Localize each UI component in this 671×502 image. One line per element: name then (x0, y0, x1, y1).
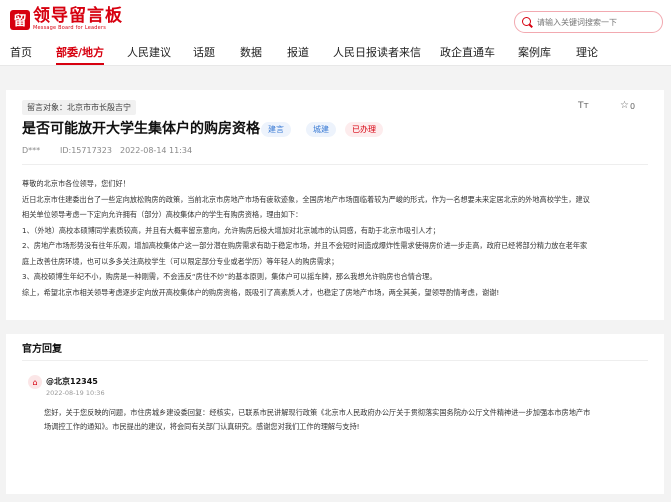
star-count: 0 (630, 102, 636, 111)
site-logo[interactable]: 留 领导留言板 Message Board for Leaders (10, 8, 123, 31)
message-body: 尊敬的北京市各位领导，您们好！ 近日北京市住建委出台了一些定向放松购房的政策，当… (22, 176, 654, 300)
message-id: ID:15717323 (60, 146, 112, 155)
message-target: 留言对象：北京市市长殷吉宁 (22, 100, 136, 115)
message-title: 是否可能放开大学生集体户的购房资格 (22, 121, 260, 137)
message-author: D*** (22, 146, 41, 155)
search-icon[interactable] (522, 17, 531, 26)
font-size-icon[interactable]: Tт (578, 101, 589, 111)
reply-body: 您好，关于您反映的问题，市住房城乡建设委回复：经核实，已联系市民讲解现行政策《北… (44, 406, 654, 433)
message-time: 2022-08-14 11:34 (120, 146, 193, 155)
star-icon[interactable]: ☆ (620, 100, 629, 111)
body-paragraph: 综上，希望北京市相关领导考虑逐步定向放开高校集体户的购房资格，既吸引了高素质人才… (22, 287, 500, 297)
body-paragraph: 1、（外地）高校本硕博同学素质较高，并且有大概率留京意向，允许购房后极大增加对北… (22, 225, 440, 235)
tag-suggestion: 建言 (261, 122, 291, 137)
body-paragraph: 尊敬的北京市各位领导，您们好！ (22, 179, 130, 188)
logo-title: 领导留言板 (33, 6, 123, 26)
reply-author: @北京12345 (46, 377, 98, 386)
divider (22, 164, 648, 165)
logo-text: 领导留言板 Message Board for Leaders (33, 6, 123, 32)
message-card: 留言对象：北京市市长殷吉宁 Tт ☆ 0 是否可能放开大学生集体户的购房资格 建… (6, 90, 664, 320)
nav-reader-letters[interactable]: 人民日报读者来信 (333, 44, 421, 60)
body-paragraph: 2、房地产市场形势没有往年乐观，增加高校集体户这一部分潜在购房需求有助于稳定市场… (22, 241, 588, 250)
search-box[interactable] (514, 11, 663, 33)
nav-enterprise-channel[interactable]: 政企直通车 (440, 44, 495, 60)
nav-case-library[interactable]: 案例库 (518, 44, 551, 60)
nav-data[interactable]: 数据 (240, 44, 262, 60)
official-reply-card: 官方回复 ⌂ @北京12345 2022-08-19 10:36 您好，关于您反… (6, 334, 664, 494)
tag-urban: 城建 (306, 122, 336, 137)
body-paragraph: 近日北京市住建委出台了一些定向放松购房的政策，当前北京市房地产市场有疲软迹象，全… (22, 194, 590, 204)
nav-reports[interactable]: 报道 (287, 44, 309, 60)
nav-home[interactable]: 首页 (10, 44, 32, 60)
government-icon: ⌂ (28, 375, 42, 389)
search-input[interactable] (537, 15, 655, 30)
nav-ministries-local[interactable]: 部委/地方 (56, 44, 105, 65)
reply-paragraph: 您好，关于您反映的问题，市住房城乡建设委回复：经核实，已联系市民讲解现行政策《北… (44, 408, 591, 417)
status-badge: 已办理 (345, 122, 383, 137)
reply-section-title: 官方回复 (22, 344, 62, 355)
body-paragraph: 庭上改善住房环境，也可以多多关注高校学生（可以限定部分专业或者学历）等年轻人的购… (22, 256, 339, 266)
top-bar: 留 领导留言板 Message Board for Leaders (0, 0, 671, 36)
divider (22, 360, 648, 361)
logo-icon: 留 (10, 9, 30, 30)
nav-theory[interactable]: 理论 (576, 44, 598, 60)
nav-topics[interactable]: 话题 (193, 44, 215, 60)
nav-people-suggestions[interactable]: 人民建议 (127, 44, 171, 60)
body-paragraph: 相关单位领导考虑一下定向允许拥有（部分）高校集体户的学生有购房资格，理由如下： (22, 210, 303, 219)
main-nav: 首页 部委/地方 人民建议 话题 数据 报道 人民日报读者来信 政企直通车 案例… (0, 36, 671, 66)
reply-date: 2022-08-19 10:36 (46, 389, 105, 397)
reply-paragraph: 场调控工作的通知》。市民提出的建议，将会同有关部门认真研究。感谢您对我们工作的理… (44, 421, 360, 431)
body-paragraph: 3、高校硕博生年纪不小，购房是一种刚需，不会违反“房住不炒”的基本原则，集体户可… (22, 272, 437, 281)
